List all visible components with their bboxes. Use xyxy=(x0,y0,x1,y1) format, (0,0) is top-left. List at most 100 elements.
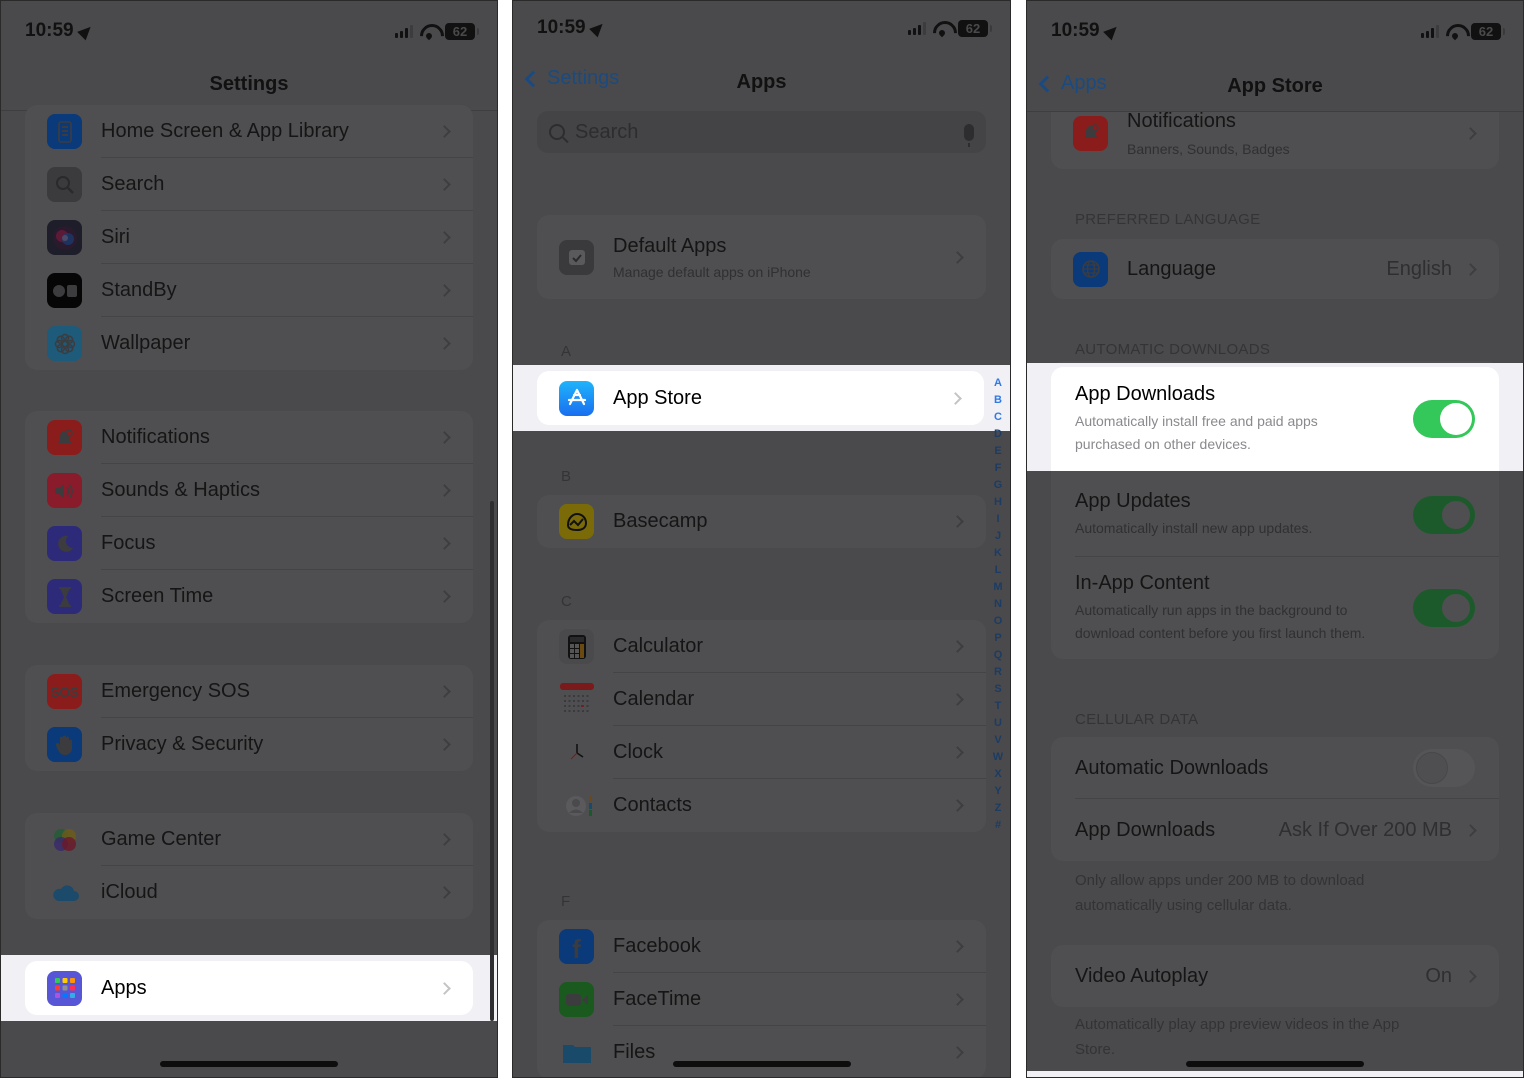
cellular-signal-icon xyxy=(395,24,413,38)
list-item-label: Game Center xyxy=(101,828,222,850)
list-item-screen-time[interactable]: Screen Time xyxy=(25,570,473,623)
index-letter[interactable]: W xyxy=(993,749,1003,766)
list-item-label: Calendar xyxy=(613,688,695,710)
settings-item-apps[interactable]: Apps xyxy=(25,961,473,1015)
list-item-calculator[interactable]: Calculator xyxy=(537,620,986,673)
index-letter[interactable]: S xyxy=(994,681,1001,698)
in-app-content-toggle[interactable] xyxy=(1413,589,1475,627)
index-letter[interactable]: Z xyxy=(995,800,1002,817)
index-letter[interactable]: D xyxy=(994,426,1002,443)
index-letter[interactable]: H xyxy=(994,494,1002,511)
index-letter[interactable]: E xyxy=(994,443,1001,460)
nav-bar: Settings xyxy=(1,61,497,111)
alphabet-index[interactable]: A B C D E F G H I J K L M N O P Q R S T U V W X Y Z # xyxy=(989,375,1007,834)
list-item-facetime[interactable]: FaceTime xyxy=(537,973,986,1026)
index-letter[interactable]: O xyxy=(994,613,1003,630)
index-letter[interactable]: A xyxy=(994,375,1002,392)
chevron-right-icon xyxy=(1464,126,1477,140)
home-indicator[interactable] xyxy=(1186,1061,1364,1067)
list-item-calendar[interactable]: Calendar xyxy=(537,673,986,726)
video-autoplay-value: On xyxy=(1425,964,1452,987)
index-letter[interactable]: V xyxy=(994,732,1001,749)
language-label: Language xyxy=(1127,257,1216,280)
list-item-notifications[interactable]: Notifications xyxy=(25,411,473,464)
index-letter[interactable]: Y xyxy=(994,783,1001,800)
list-item-facebook[interactable]: f Facebook xyxy=(537,920,986,973)
home-indicator[interactable] xyxy=(160,1061,338,1067)
list-item-siri[interactable]: Siri xyxy=(25,211,473,264)
search-icon xyxy=(47,167,82,202)
index-letter[interactable]: G xyxy=(994,477,1003,494)
chevron-right-icon xyxy=(438,590,451,603)
index-letter[interactable]: I xyxy=(996,511,999,528)
search-field[interactable] xyxy=(537,111,986,153)
index-letter[interactable]: K xyxy=(994,545,1002,562)
app-downloads-toggle[interactable] xyxy=(1413,400,1475,438)
list-item-icloud[interactable]: iCloud xyxy=(25,866,473,919)
index-letter[interactable]: M xyxy=(993,579,1002,596)
list-item-standby[interactable]: StandBy xyxy=(25,264,473,317)
status-time: 10:59 xyxy=(25,20,95,42)
index-letter[interactable]: J xyxy=(995,528,1001,545)
list-item-search[interactable]: Search xyxy=(25,158,473,211)
index-letter[interactable]: C xyxy=(994,409,1002,426)
game-center-icon xyxy=(47,822,82,857)
index-letter[interactable]: F xyxy=(995,460,1002,477)
cellular-auto-downloads-toggle[interactable] xyxy=(1413,749,1475,787)
search-input[interactable] xyxy=(575,120,964,144)
in-app-content-item: In-App Content Automatically run apps in… xyxy=(1051,557,1499,659)
preferred-language-header: PREFERRED LANGUAGE xyxy=(1075,211,1261,228)
cellular-app-downloads-item[interactable]: App Downloads Ask If Over 200 MB xyxy=(1051,799,1499,861)
index-letter[interactable]: Q xyxy=(994,647,1003,664)
wallpaper-icon xyxy=(47,326,82,361)
default-apps-subtitle: Manage default apps on iPhone xyxy=(613,263,811,280)
battery-level: 62 xyxy=(965,20,981,36)
basecamp-icon xyxy=(559,504,594,539)
index-letter[interactable]: # xyxy=(995,817,1001,834)
video-autoplay-item[interactable]: Video Autoplay On xyxy=(1051,945,1499,1007)
cellular-data-header: CELLULAR DATA xyxy=(1075,711,1199,728)
app-item-app-store[interactable]: App Store xyxy=(537,371,984,425)
list-item-basecamp[interactable]: Basecamp xyxy=(537,495,986,548)
app-store-settings-screen: 10:59 62 Notifications Banners, Sounds, … xyxy=(1026,0,1524,1078)
list-item-home-screen-app-library[interactable]: Home Screen & App Library xyxy=(25,105,473,158)
index-letter[interactable]: B xyxy=(994,392,1002,409)
chevron-right-icon xyxy=(438,886,451,899)
section-f-group: f Facebook FaceTime Files xyxy=(537,920,986,1077)
list-item-files[interactable]: Files xyxy=(537,1026,986,1077)
index-letter[interactable]: T xyxy=(995,698,1002,715)
default-apps-item[interactable]: Default Apps Manage default apps on iPho… xyxy=(537,215,986,299)
bottom-highlight-strip xyxy=(1027,1071,1523,1077)
app-downloads-card: App Downloads Automatically install free… xyxy=(1051,367,1499,471)
list-item-emergency-sos[interactable]: SOS Emergency SOS xyxy=(25,665,473,718)
chevron-right-icon xyxy=(438,125,451,138)
index-letter[interactable]: R xyxy=(994,664,1002,681)
index-letter[interactable]: X xyxy=(994,766,1001,783)
list-item-sounds-haptics[interactable]: Sounds & Haptics xyxy=(25,464,473,517)
list-item-label: Screen Time xyxy=(101,585,214,607)
wifi-icon xyxy=(1446,24,1464,38)
section-c-group: Calculator Calendar Clock Contacts xyxy=(537,620,986,832)
language-item[interactable]: Language English xyxy=(1051,239,1499,299)
index-letter[interactable]: U xyxy=(994,715,1002,732)
wifi-icon xyxy=(933,21,951,35)
apps-label: Apps xyxy=(101,976,147,999)
highlight-app-downloads: App Downloads Automatically install free… xyxy=(1027,363,1523,471)
scrollbar[interactable] xyxy=(490,501,494,1021)
index-letter[interactable]: P xyxy=(994,630,1001,647)
app-updates-toggle[interactable] xyxy=(1413,496,1475,534)
index-letter[interactable]: L xyxy=(995,562,1002,579)
list-item-label: Basecamp xyxy=(613,510,708,532)
list-item-clock[interactable]: Clock xyxy=(537,726,986,779)
list-item-wallpaper[interactable]: Wallpaper xyxy=(25,317,473,370)
home-indicator[interactable] xyxy=(672,1061,851,1067)
notifications-icon xyxy=(1073,115,1108,151)
microphone-icon[interactable] xyxy=(964,123,974,147)
list-item-privacy-security[interactable]: Privacy & Security xyxy=(25,718,473,771)
toggle-knob xyxy=(1440,592,1472,624)
list-item-contacts[interactable]: Contacts xyxy=(537,779,986,832)
list-item-game-center[interactable]: Game Center xyxy=(25,813,473,866)
index-letter[interactable]: N xyxy=(994,596,1002,613)
list-item-focus[interactable]: Focus xyxy=(25,517,473,570)
siri-icon xyxy=(47,220,82,255)
